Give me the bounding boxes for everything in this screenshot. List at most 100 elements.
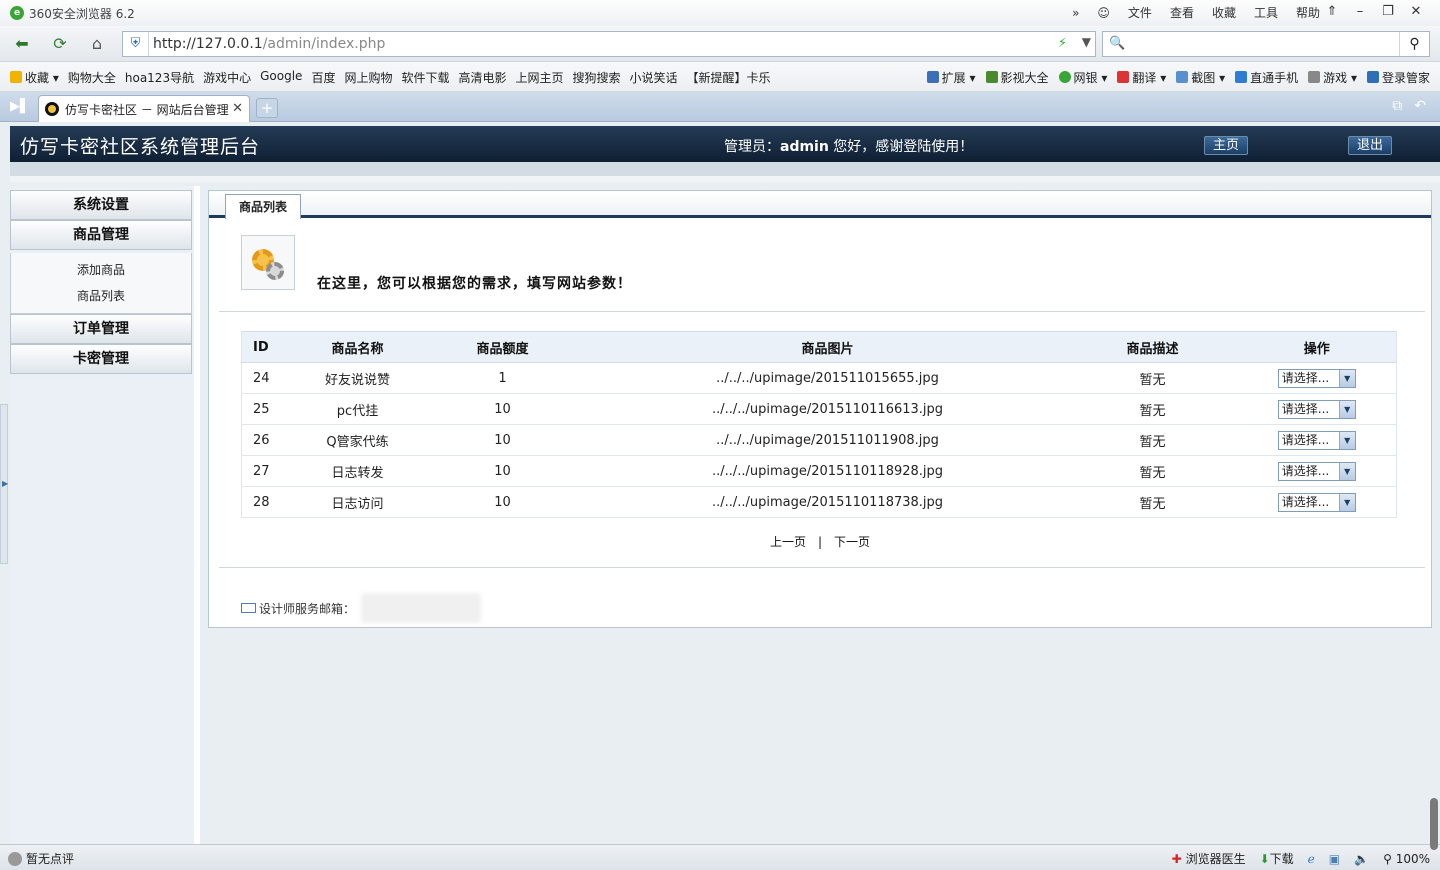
ext-phone[interactable]: 直通手机 (1235, 69, 1298, 86)
undo-close-icon[interactable]: ↶ (1414, 98, 1426, 114)
fav-collect[interactable]: 收藏 ▾ (10, 69, 59, 86)
speaker-icon[interactable]: 🔈 (1354, 852, 1369, 866)
favorites-left: 收藏 ▾ 购物大全 hoa123导航 游戏中心 Google 百度 网上购物 软… (10, 69, 771, 86)
menu-more-icon[interactable]: » (1072, 6, 1079, 20)
admin-header: 仿写卡密社区系统管理后台 管理员：admin 您好，感谢登陆使用！ 主页 退出 (10, 126, 1440, 162)
refresh-icon[interactable]: ⟳ (46, 31, 74, 57)
action-select[interactable]: 请选择... ▼ (1277, 430, 1356, 450)
download-manager[interactable]: ⬇下载 (1260, 850, 1294, 867)
browser-logo-icon: e (10, 6, 24, 20)
fav-google[interactable]: Google (260, 69, 302, 86)
action-select[interactable]: 请选择... ▼ (1277, 492, 1356, 512)
fav-sogou[interactable]: 搜狗搜索 (573, 69, 621, 86)
window-icon[interactable]: ▣ (1329, 852, 1340, 866)
ext-games[interactable]: 游戏 ▾ (1308, 69, 1357, 86)
envelope-icon (241, 603, 256, 613)
zoom-level[interactable]: ⚲ 100% (1383, 852, 1430, 866)
search-engine-icon[interactable]: 🔍 (1109, 36, 1125, 51)
footer-divider (219, 567, 1425, 568)
fav-kale[interactable]: 【新提醒】卡乐 (687, 69, 771, 86)
url-text[interactable]: http://127.0.0.1/admin/index.php (149, 36, 385, 52)
status-rating[interactable]: 暂无点评 (8, 850, 74, 867)
close-tab-icon[interactable]: ✕ (232, 101, 243, 116)
sidebar-item-order-management[interactable]: 订单管理 (10, 314, 192, 344)
chevron-down-icon[interactable]: ▼ (1338, 493, 1355, 511)
search-icon[interactable]: ⚲ (1399, 32, 1429, 56)
ext-video[interactable]: 影视大全 (985, 69, 1049, 86)
cell-name: pc代挂 (297, 393, 418, 425)
action-select[interactable]: 请选择... ▼ (1277, 368, 1356, 388)
menu-tools[interactable]: 工具 (1254, 4, 1278, 21)
ext-login-manager[interactable]: 登录管家 (1366, 69, 1430, 86)
sidebar-item-goods-management[interactable]: 商品管理 (10, 220, 192, 250)
status-bar: 暂无点评 ✚ 浏览器医生 ⬇下载 ℯ ▣ 🔈 ⚲ 100% (0, 844, 1440, 870)
shield-icon[interactable]: ⛨ (123, 32, 149, 56)
ext-screenshot[interactable]: 截图 ▾ (1176, 69, 1225, 86)
home-button[interactable]: 主页 (1204, 136, 1249, 155)
cell-id: 26 (241, 424, 298, 456)
browser-doctor[interactable]: ✚ 浏览器医生 (1172, 850, 1246, 867)
home-icon[interactable]: ⌂ (83, 31, 111, 57)
ie-icon[interactable]: ℯ (1308, 852, 1315, 866)
url-input[interactable]: ⛨ http://127.0.0.1/admin/index.php ⚡ ▼ (122, 31, 1096, 57)
fav-baidu[interactable]: 百度 (311, 69, 335, 86)
menu-view[interactable]: 查看 (1170, 4, 1194, 21)
back-arrow-icon[interactable]: ⬅ (8, 31, 36, 57)
welcome-text: 管理员：admin 您好，感谢登陆使用！ (724, 139, 974, 155)
favorites-right: 扩展 ▾ 影视大全 网银 ▾ 翻译 ▾ 截图 ▾ 直通手机 游戏 ▾ 登录管家 (926, 69, 1430, 86)
sidebar-item-system-settings[interactable]: 系统设置 (10, 190, 192, 220)
menu-help[interactable]: 帮助 (1296, 4, 1320, 21)
action-select-value: 请选择... (1281, 494, 1330, 509)
browser-menu-bar: » ☺ 文件 查看 收藏 工具 帮助 (1072, 4, 1320, 21)
fav-online-shop[interactable]: 网上购物 (344, 69, 392, 86)
new-tab-button[interactable]: + (256, 98, 278, 118)
rating-icon (8, 851, 22, 866)
action-select[interactable]: 请选择... ▼ (1277, 399, 1356, 419)
fav-movies[interactable]: 高清电影 (458, 69, 506, 86)
tab-goods-list[interactable]: 商品列表 (225, 194, 302, 219)
url-dropdown-icon[interactable]: ▼ (1082, 35, 1091, 49)
cell-quota: 10 (417, 424, 588, 456)
logout-button[interactable]: 退出 (1348, 136, 1393, 155)
ext-extensions[interactable]: 扩展 ▾ (926, 69, 976, 86)
cell-desc: 暂无 (1067, 393, 1238, 425)
next-page-link[interactable]: 下一页 (834, 535, 870, 549)
sidebar-collapse-handle[interactable]: ▶ (0, 404, 8, 564)
cell-action: 请选择... ▼ (1237, 362, 1397, 394)
ext-translate[interactable]: 翻译 ▾ (1117, 69, 1166, 86)
restore-icon[interactable]: ❐ (1374, 2, 1402, 22)
fav-hao123[interactable]: hoa123导航 (125, 69, 194, 86)
tab-bar-tools: ⧉ ↶ (1392, 98, 1426, 114)
sidebar-item-goods-list[interactable]: 商品列表 (11, 283, 191, 309)
chevron-down-icon[interactable]: ▼ (1338, 431, 1355, 449)
fav-homepage[interactable]: 上网主页 (516, 69, 564, 86)
search-input[interactable]: 🔍 ⚲ (1102, 31, 1430, 57)
ext-bank[interactable]: 网银 ▾ (1058, 69, 1107, 86)
sidebar-toggle-icon[interactable]: ▶▌ (10, 99, 30, 114)
lightning-icon[interactable]: ⚡ (1058, 36, 1067, 51)
restore-tab-icon[interactable]: ⧉ (1392, 98, 1402, 114)
pin-icon[interactable]: ⇑ (1318, 2, 1346, 22)
user-icon[interactable]: ☺ (1097, 6, 1110, 20)
sidebar-item-card-management[interactable]: 卡密管理 (10, 344, 192, 374)
close-window-icon[interactable]: ✕ (1402, 2, 1430, 22)
minimize-icon[interactable]: – (1346, 2, 1374, 22)
sidebar-item-add-goods[interactable]: 添加商品 (11, 257, 191, 283)
fav-novels[interactable]: 小说笑话 (630, 69, 678, 86)
prev-page-link[interactable]: 上一页 (770, 535, 806, 549)
chevron-down-icon[interactable]: ▼ (1338, 400, 1355, 418)
scrollbar-thumb[interactable] (1430, 798, 1438, 850)
fav-shopping[interactable]: 购物大全 (68, 69, 116, 86)
fav-software[interactable]: 软件下载 (401, 69, 449, 86)
chevron-down-icon[interactable]: ▼ (1338, 462, 1355, 480)
system-title: 仿写卡密社区系统管理后台 (20, 136, 261, 158)
email-redacted (361, 593, 482, 623)
window-controls: ⇑ – ❐ ✕ (1318, 2, 1430, 22)
chevron-down-icon[interactable]: ▼ (1338, 369, 1355, 387)
menu-file[interactable]: 文件 (1128, 4, 1152, 21)
action-select[interactable]: 请选择... ▼ (1277, 461, 1356, 481)
tab-admin[interactable]: 仿写卡密社区 － 网站后台管理 ✕ (38, 95, 250, 122)
menu-favorites[interactable]: 收藏 (1212, 4, 1236, 21)
fav-games[interactable]: 游戏中心 (203, 69, 251, 86)
cell-action: 请选择... ▼ (1237, 424, 1397, 456)
